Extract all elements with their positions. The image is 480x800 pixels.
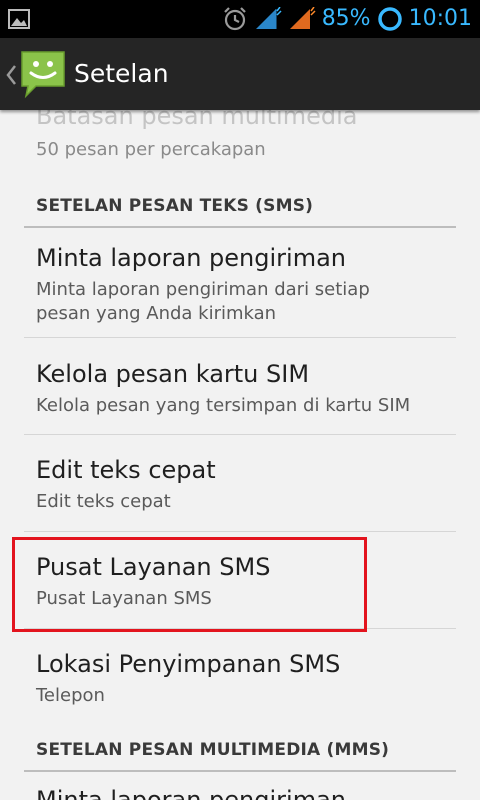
clock: 10:01 [408,6,472,31]
status-icons: 85% 10:01 [216,0,472,38]
pref-title: Edit teks cepat [36,456,216,484]
pref-summary: Telepon [36,685,105,706]
pref-title: Minta laporan pengiriman [36,244,346,272]
pref-mms-delivery-report[interactable]: Minta laporan pengiriman [36,786,456,800]
alarm-icon [223,7,246,31]
pref-delivery-report[interactable]: Minta laporan pengiriman Minta laporan p… [36,244,456,326]
pref-title: Minta laporan pengiriman [36,786,346,800]
battery-percent: 85% [321,6,371,31]
back-chevron-icon[interactable] [4,64,18,86]
status-bar: 85% 10:01 [0,0,480,38]
highlight-box [12,537,367,632]
section-divider [24,226,456,228]
pref-summary: Edit teks cepat [36,491,171,512]
pref-title: Batasan pesan multimedia [36,110,358,130]
signal-sim1-icon [255,7,282,29]
divider [24,434,456,435]
action-bar: Setelan [0,38,480,110]
pref-summary: 50 pesan per percakapan [36,139,266,160]
settings-list[interactable]: Batasan pesan multimedia 50 pesan per pe… [0,110,480,800]
divider [24,531,456,532]
battery-ring-icon [377,7,402,31]
pref-summary: Minta laporan pengiriman dari setiap pes… [36,279,370,324]
pref-title: Kelola pesan kartu SIM [36,360,310,388]
pref-sms-storage[interactable]: Lokasi Penyimpanan SMS Telepon [36,650,456,708]
divider [24,337,456,338]
messaging-app-icon[interactable] [18,48,68,100]
pref-mms-limit[interactable]: Batasan pesan multimedia 50 pesan per pe… [36,110,456,162]
section-divider [24,770,456,772]
section-header-mms: SETELAN PESAN MULTIMEDIA (MMS) [36,740,390,760]
pref-summary: Kelola pesan yang tersimpan di kartu SIM [36,395,411,416]
gallery-notification-icon [8,9,30,29]
pref-sim-messages[interactable]: Kelola pesan kartu SIM Kelola pesan yang… [36,360,456,418]
page-title: Setelan [74,59,169,88]
section-header-sms: SETELAN PESAN TEKS (SMS) [36,196,314,216]
pref-quick-text[interactable]: Edit teks cepat Edit teks cepat [36,456,456,514]
signal-sim2-icon [289,7,316,29]
pref-title: Lokasi Penyimpanan SMS [36,650,341,678]
